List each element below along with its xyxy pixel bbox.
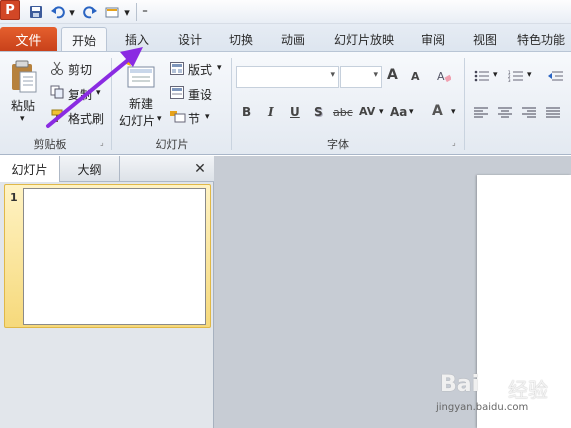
watermark-url: jingyan.baidu.com: [436, 402, 529, 413]
watermark-logo-suffix: 经验: [508, 378, 548, 402]
annotation-arrow: [46, 47, 143, 128]
baidu-jingyan-watermark: Bai 经验 jingyan.baidu.com: [436, 370, 571, 426]
watermark-logo: Bai: [440, 372, 480, 397]
